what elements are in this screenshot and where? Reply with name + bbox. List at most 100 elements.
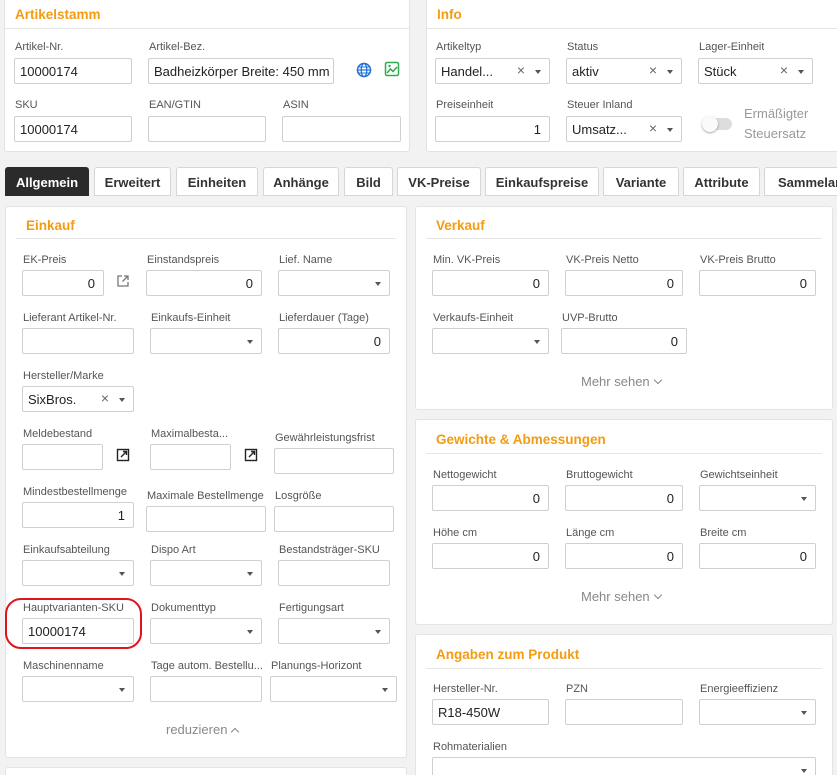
maximalbestand-field[interactable] bbox=[150, 444, 231, 470]
clear-icon[interactable]: × bbox=[649, 120, 657, 136]
vk-brutto-label: VK-Preis Brutto bbox=[700, 254, 776, 266]
tage-autom-label: Tage autom. Bestellu... bbox=[151, 660, 263, 672]
laenge-field[interactable]: 0 bbox=[565, 543, 683, 569]
gewaehrleistungsfrist-field[interactable] bbox=[274, 448, 394, 474]
external-link-icon[interactable] bbox=[116, 274, 132, 290]
lieferant-artikel-nr-field[interactable] bbox=[22, 328, 134, 354]
maschinenname-label: Maschinenname bbox=[23, 660, 104, 672]
globe-icon[interactable] bbox=[356, 62, 372, 78]
open-external-icon[interactable] bbox=[244, 448, 260, 464]
dispo-art-select[interactable] bbox=[150, 560, 262, 586]
info-title: Info bbox=[427, 0, 837, 29]
laenge-label: Länge cm bbox=[566, 527, 615, 539]
chevron-down-icon bbox=[119, 688, 125, 692]
status-select[interactable]: aktiv × bbox=[566, 58, 682, 84]
lower-card bbox=[5, 767, 407, 775]
lager-einheit-select[interactable]: Stück × bbox=[698, 58, 813, 84]
asin-field[interactable] bbox=[282, 116, 401, 142]
preiseinheit-field[interactable]: 1 bbox=[435, 116, 550, 142]
nettogewicht-field[interactable]: 0 bbox=[432, 485, 549, 511]
hersteller-marke-select[interactable]: SixBros. × bbox=[22, 386, 134, 412]
ermaessigter-label-2: Steuersatz bbox=[744, 126, 807, 141]
lief-name-label: Lief. Name bbox=[279, 254, 333, 266]
vk-netto-field[interactable]: 0 bbox=[565, 270, 683, 296]
steuer-inland-select[interactable]: Umsatz... × bbox=[566, 116, 682, 142]
hoehe-label: Höhe cm bbox=[433, 527, 478, 539]
hersteller-nr-label: Hersteller-Nr. bbox=[433, 683, 498, 695]
dispo-art-label: Dispo Art bbox=[151, 544, 196, 556]
ermaessigter-toggle[interactable] bbox=[702, 116, 732, 132]
lieferdauer-label: Lieferdauer (Tage) bbox=[279, 312, 369, 324]
einkaufsabteilung-select[interactable] bbox=[22, 560, 134, 586]
tab-bild[interactable]: Bild bbox=[344, 167, 393, 196]
rohmaterialien-select[interactable] bbox=[432, 757, 816, 775]
gewichtseinheit-label: Gewichtseinheit bbox=[700, 469, 778, 481]
tab-allgemein[interactable]: Allgemein bbox=[5, 167, 89, 196]
artikeltyp-select[interactable]: Handel... × bbox=[435, 58, 550, 84]
hersteller-nr-field[interactable]: R18-450W bbox=[432, 699, 549, 725]
clear-icon[interactable]: × bbox=[517, 62, 525, 78]
mehr-sehen-label: Mehr sehen bbox=[581, 374, 650, 389]
reduzieren-button[interactable]: reduzieren bbox=[166, 722, 240, 737]
sku-field[interactable]: 10000174 bbox=[14, 116, 132, 142]
hoehe-field[interactable]: 0 bbox=[432, 543, 549, 569]
chevron-down-icon bbox=[247, 340, 253, 344]
pzn-label: PZN bbox=[566, 683, 588, 695]
hersteller-marke-value: SixBros. bbox=[28, 392, 77, 407]
einkaufs-einheit-select[interactable] bbox=[150, 328, 262, 354]
pzn-field[interactable] bbox=[565, 699, 683, 725]
sku-label: SKU bbox=[15, 99, 38, 111]
open-external-icon[interactable] bbox=[116, 448, 132, 464]
uvp-brutto-field[interactable]: 0 bbox=[561, 328, 687, 354]
clear-icon[interactable]: × bbox=[649, 62, 657, 78]
tab-vk-preise[interactable]: VK-Preise bbox=[397, 167, 481, 196]
fertigungsart-select[interactable] bbox=[278, 618, 390, 644]
ean-field[interactable] bbox=[148, 116, 266, 142]
meldebestand-label: Meldebestand bbox=[23, 428, 93, 440]
clear-icon[interactable]: × bbox=[780, 62, 788, 78]
maximale-bestellmenge-field[interactable] bbox=[146, 506, 266, 532]
losgroesse-field[interactable] bbox=[274, 506, 394, 532]
artikel-nr-field[interactable]: 10000174 bbox=[14, 58, 132, 84]
verkaufs-einheit-select[interactable] bbox=[432, 328, 549, 354]
lief-name-select[interactable] bbox=[278, 270, 390, 296]
mindestbestellmenge-field[interactable]: 1 bbox=[22, 502, 134, 528]
tab-variante[interactable]: Variante bbox=[603, 167, 679, 196]
lieferdauer-field[interactable]: 0 bbox=[278, 328, 390, 354]
clear-icon[interactable]: × bbox=[101, 390, 109, 406]
vk-brutto-field[interactable]: 0 bbox=[699, 270, 816, 296]
meldebestand-field[interactable] bbox=[22, 444, 103, 470]
chevron-down-icon bbox=[798, 70, 804, 74]
artikel-bez-field[interactable]: Badheizkörper Breite: 450 mm bbox=[148, 58, 334, 84]
chevron-down-icon bbox=[667, 128, 673, 132]
maschinenname-select[interactable] bbox=[22, 676, 134, 702]
tab-anhaenge[interactable]: Anhänge bbox=[263, 167, 339, 196]
image-icon[interactable] bbox=[384, 61, 400, 77]
gewichtseinheit-select[interactable] bbox=[699, 485, 816, 511]
bestandstraeger-sku-field[interactable] bbox=[278, 560, 390, 586]
tab-einkaufspreise[interactable]: Einkaufspreise bbox=[485, 167, 599, 196]
fertigungsart-label: Fertigungsart bbox=[279, 602, 344, 614]
chevron-down-icon bbox=[534, 340, 540, 344]
energieeffizienz-select[interactable] bbox=[699, 699, 816, 725]
tab-sammelar[interactable]: Sammelar bbox=[764, 167, 837, 196]
planungs-horizont-select[interactable] bbox=[270, 676, 397, 702]
chevron-down-icon bbox=[247, 572, 253, 576]
ean-label: EAN/GTIN bbox=[149, 99, 201, 111]
gewichte-mehr-sehen-button[interactable]: Mehr sehen bbox=[581, 589, 662, 604]
min-vk-field[interactable]: 0 bbox=[432, 270, 549, 296]
bruttogewicht-field[interactable]: 0 bbox=[565, 485, 683, 511]
breite-field[interactable]: 0 bbox=[699, 543, 816, 569]
ek-preis-field[interactable]: 0 bbox=[22, 270, 104, 296]
einstandspreis-field[interactable]: 0 bbox=[146, 270, 262, 296]
verkauf-mehr-sehen-button[interactable]: Mehr sehen bbox=[581, 374, 662, 389]
preiseinheit-label: Preiseinheit bbox=[436, 99, 494, 111]
rohmaterialien-label: Rohmaterialien bbox=[433, 741, 507, 753]
tab-attribute[interactable]: Attribute bbox=[683, 167, 760, 196]
dokumenttyp-select[interactable] bbox=[150, 618, 262, 644]
tab-einheiten[interactable]: Einheiten bbox=[176, 167, 258, 196]
tage-autom-field[interactable] bbox=[150, 676, 262, 702]
tab-erweitert[interactable]: Erweitert bbox=[94, 167, 171, 196]
chevron-down-icon bbox=[801, 711, 807, 715]
min-vk-label: Min. VK-Preis bbox=[433, 254, 501, 266]
